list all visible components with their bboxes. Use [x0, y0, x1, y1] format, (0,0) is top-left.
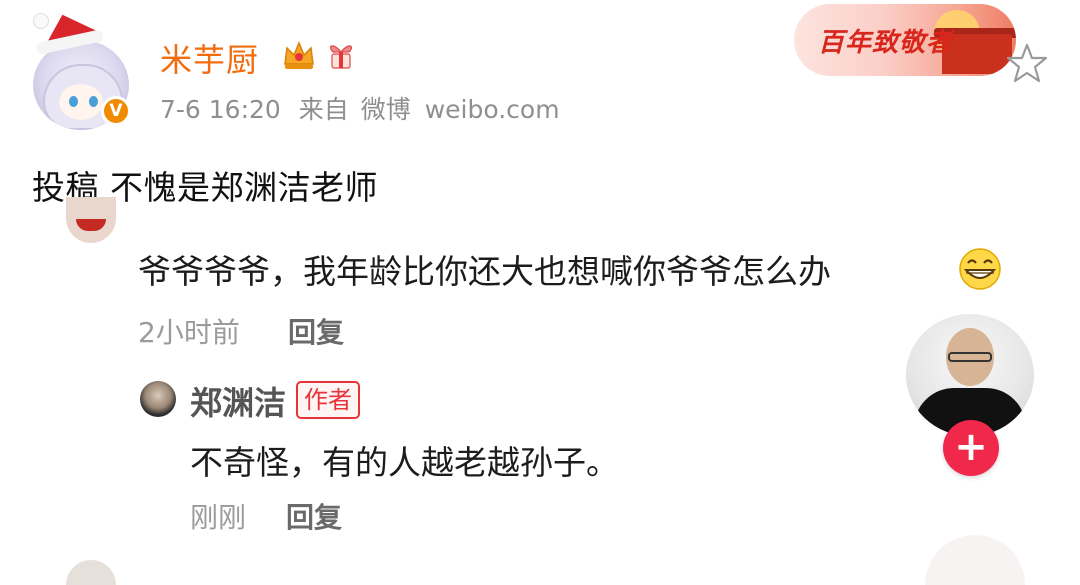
author-tag-badge: 作者 — [296, 381, 360, 419]
comment-1-time: 2小时前 — [138, 316, 240, 349]
source-prefix: 来自 — [298, 95, 349, 124]
post-meta: 7-6 16:20 来自 微博 weibo.com — [160, 90, 570, 126]
comment-2-time: 刚刚 — [190, 501, 247, 534]
blurred-element — [925, 535, 1025, 585]
comment-2-reply-button[interactable]: 回复 — [286, 496, 342, 536]
author-avatar[interactable] — [140, 381, 176, 417]
follow-plus-button[interactable]: + — [943, 420, 999, 476]
post-date: 7-6 16:20 — [160, 95, 281, 124]
gift-bow-icon[interactable] — [323, 38, 359, 72]
source-domain[interactable]: weibo.com — [425, 95, 560, 124]
photo-glasses — [948, 352, 992, 362]
crown-icon[interactable] — [281, 38, 317, 72]
grin-icon — [959, 248, 1001, 290]
source-app[interactable]: 微博 — [361, 95, 411, 124]
commenter-name-cropped — [138, 198, 288, 218]
avatar-eye-right — [89, 96, 98, 107]
comment-2-text: 不奇怪，有的人越老越孙子。 — [190, 443, 619, 482]
santa-hat-pom — [34, 14, 48, 28]
next-commenter-avatar-cropped — [66, 560, 116, 585]
username[interactable]: 米芋厨 — [160, 35, 259, 81]
commenter-avatar-mouth — [76, 219, 106, 231]
star-icon[interactable] — [1006, 42, 1048, 84]
promo-badge-text: 百年致敬者 — [818, 28, 954, 58]
comment-1-text: 爷爷爷爷，我年龄比你还大也想喊你爷爷怎么办 — [138, 252, 831, 291]
comment-1-reply-button[interactable]: 回复 — [288, 311, 344, 351]
commenter-avatar-cropped — [66, 197, 116, 243]
profile-photo[interactable] — [906, 314, 1034, 436]
author-name[interactable]: 郑渊洁 — [190, 378, 286, 424]
avatar-eye-left — [69, 96, 78, 107]
promo-badge[interactable]: 百年致敬者 — [794, 4, 1016, 76]
verified-badge-icon: V — [101, 96, 131, 126]
